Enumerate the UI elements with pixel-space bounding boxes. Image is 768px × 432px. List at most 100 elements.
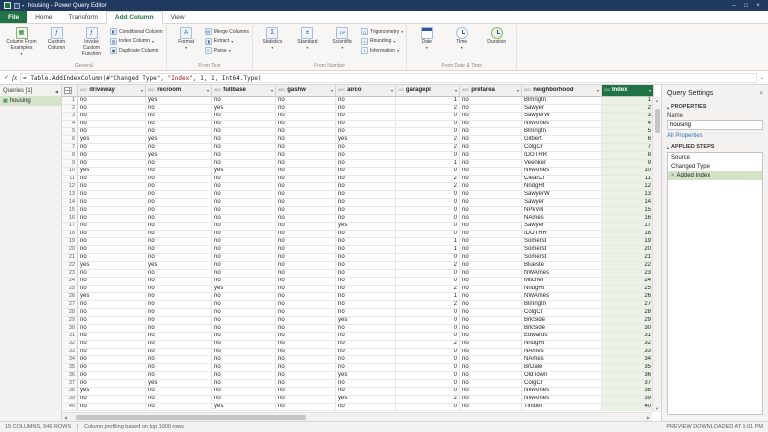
cell-fullbase[interactable]: no <box>212 356 276 364</box>
cell-gashw[interactable]: no <box>276 356 336 364</box>
cell-garagepl[interactable]: 0 <box>396 168 460 176</box>
cell-recroom[interactable]: no <box>146 176 212 184</box>
column-from-examples-button[interactable]: ▦ Column From Examples ▾ <box>5 25 38 62</box>
cell-garagepl[interactable]: 0 <box>396 380 460 388</box>
cell-neighborhood[interactable]: Veenker <box>522 160 602 168</box>
cell-fullbase[interactable]: no <box>212 293 276 301</box>
cell-fullbase[interactable]: no <box>212 270 276 278</box>
cell-gashw[interactable]: no <box>276 262 336 270</box>
row-number[interactable]: 31 <box>62 333 78 341</box>
cell-Index[interactable]: 22 <box>602 262 654 270</box>
cell-Index[interactable]: 6 <box>602 136 654 144</box>
invoke-custom-function-button[interactable]: ƒ Invoke Custom Function <box>75 25 108 62</box>
row-number[interactable]: 36 <box>62 372 78 380</box>
cell-gashw[interactable]: no <box>276 380 336 388</box>
cell-fullbase[interactable]: no <box>212 301 276 309</box>
cell-airco[interactable]: no <box>336 97 396 105</box>
cell-gashw[interactable]: no <box>276 183 336 191</box>
cell-garagepl[interactable]: 1 <box>396 97 460 105</box>
tab-file[interactable]: File <box>0 11 27 23</box>
cell-neighborhood[interactable]: Blmngtn <box>522 128 602 136</box>
cell-Index[interactable]: 1 <box>602 97 654 105</box>
cell-garagepl[interactable]: 2 <box>396 286 460 294</box>
cell-Index[interactable]: 39 <box>602 396 654 404</box>
applied-steps-section-header[interactable]: ▴ APPLIED STEPS <box>662 141 768 151</box>
cell-gashw[interactable]: no <box>276 246 336 254</box>
column-header-garagepl[interactable]: 123garagepl▾ <box>396 85 460 97</box>
cell-gashw[interactable]: no <box>276 325 336 333</box>
cell-fullbase[interactable]: yes <box>212 286 276 294</box>
standard-button[interactable]: ± Standard ▾ <box>291 25 324 62</box>
cell-airco[interactable]: no <box>336 388 396 396</box>
filter-icon[interactable]: ▾ <box>517 87 519 94</box>
filter-icon[interactable]: ▾ <box>331 87 333 94</box>
cell-fullbase[interactable]: no <box>212 128 276 136</box>
cell-airco[interactable]: no <box>336 270 396 278</box>
cell-airco[interactable]: no <box>336 356 396 364</box>
cell-fullbase[interactable]: no <box>212 231 276 239</box>
cell-prefarea[interactable]: no <box>460 309 522 317</box>
vertical-scrollbar[interactable]: ▲ ▼ <box>652 97 661 412</box>
cell-recroom[interactable]: no <box>146 113 212 121</box>
applied-step-source[interactable]: Source <box>668 153 762 162</box>
cell-recroom[interactable]: no <box>146 128 212 136</box>
cell-neighborhood[interactable]: NWAmes <box>522 293 602 301</box>
cell-recroom[interactable]: no <box>146 372 212 380</box>
cell-neighborhood[interactable]: Sawyer <box>522 105 602 113</box>
cell-airco[interactable]: no <box>336 309 396 317</box>
cell-airco[interactable]: no <box>336 152 396 160</box>
cell-gashw[interactable]: no <box>276 128 336 136</box>
cell-fullbase[interactable]: no <box>212 183 276 191</box>
row-number[interactable]: 29 <box>62 317 78 325</box>
cell-garagepl[interactable]: 1 <box>396 246 460 254</box>
cell-driveway[interactable]: no <box>78 231 146 239</box>
cell-gashw[interactable]: no <box>276 301 336 309</box>
cell-driveway[interactable]: no <box>78 254 146 262</box>
cell-fullbase[interactable]: no <box>212 176 276 184</box>
cell-prefarea[interactable]: no <box>460 152 522 160</box>
row-number[interactable]: 11 <box>62 176 78 184</box>
cell-gashw[interactable]: no <box>276 270 336 278</box>
cell-airco[interactable]: no <box>336 364 396 372</box>
row-number[interactable]: 40 <box>62 404 78 412</box>
cell-airco[interactable]: no <box>336 105 396 113</box>
cell-garagepl[interactable]: 0 <box>396 128 460 136</box>
cell-airco[interactable]: no <box>336 183 396 191</box>
cell-airco[interactable]: no <box>336 128 396 136</box>
cell-driveway[interactable]: no <box>78 183 146 191</box>
row-number[interactable]: 19 <box>62 238 78 246</box>
cell-prefarea[interactable]: no <box>460 404 522 412</box>
scroll-right-icon[interactable]: ▶ <box>647 415 650 420</box>
cell-prefarea[interactable]: no <box>460 372 522 380</box>
cell-prefarea[interactable]: no <box>460 317 522 325</box>
merge-columns-button[interactable]: ▤ Merge Columns <box>205 28 249 35</box>
row-number[interactable]: 17 <box>62 223 78 231</box>
duplicate-column-button[interactable]: ▣ Duplicate Column <box>110 47 163 54</box>
row-number[interactable]: 28 <box>62 309 78 317</box>
cell-neighborhood[interactable]: ColgCr <box>522 380 602 388</box>
cell-recroom[interactable]: no <box>146 231 212 239</box>
cell-driveway[interactable]: no <box>78 372 146 380</box>
cell-fullbase[interactable]: no <box>212 341 276 349</box>
cell-recroom[interactable]: no <box>146 341 212 349</box>
cell-airco[interactable]: no <box>336 262 396 270</box>
cell-prefarea[interactable]: no <box>460 349 522 357</box>
cell-driveway[interactable]: no <box>78 105 146 113</box>
cell-fullbase[interactable]: no <box>212 191 276 199</box>
cell-gashw[interactable]: no <box>276 176 336 184</box>
row-number[interactable]: 27 <box>62 301 78 309</box>
cell-airco[interactable]: no <box>336 278 396 286</box>
cell-neighborhood[interactable]: NridgHt <box>522 286 602 294</box>
cell-Index[interactable]: 18 <box>602 231 654 239</box>
query-name-input[interactable] <box>667 120 763 130</box>
save-icon[interactable] <box>14 3 20 9</box>
cell-airco[interactable]: no <box>336 215 396 223</box>
cell-driveway[interactable]: no <box>78 144 146 152</box>
cell-recroom[interactable]: no <box>146 349 212 357</box>
cell-driveway[interactable]: no <box>78 176 146 184</box>
cell-neighborhood[interactable]: Somerst <box>522 254 602 262</box>
filter-icon[interactable]: ▾ <box>391 87 393 94</box>
cell-garagepl[interactable]: 2 <box>396 396 460 404</box>
cell-recroom[interactable]: no <box>146 293 212 301</box>
cell-garagepl[interactable]: 0 <box>396 356 460 364</box>
